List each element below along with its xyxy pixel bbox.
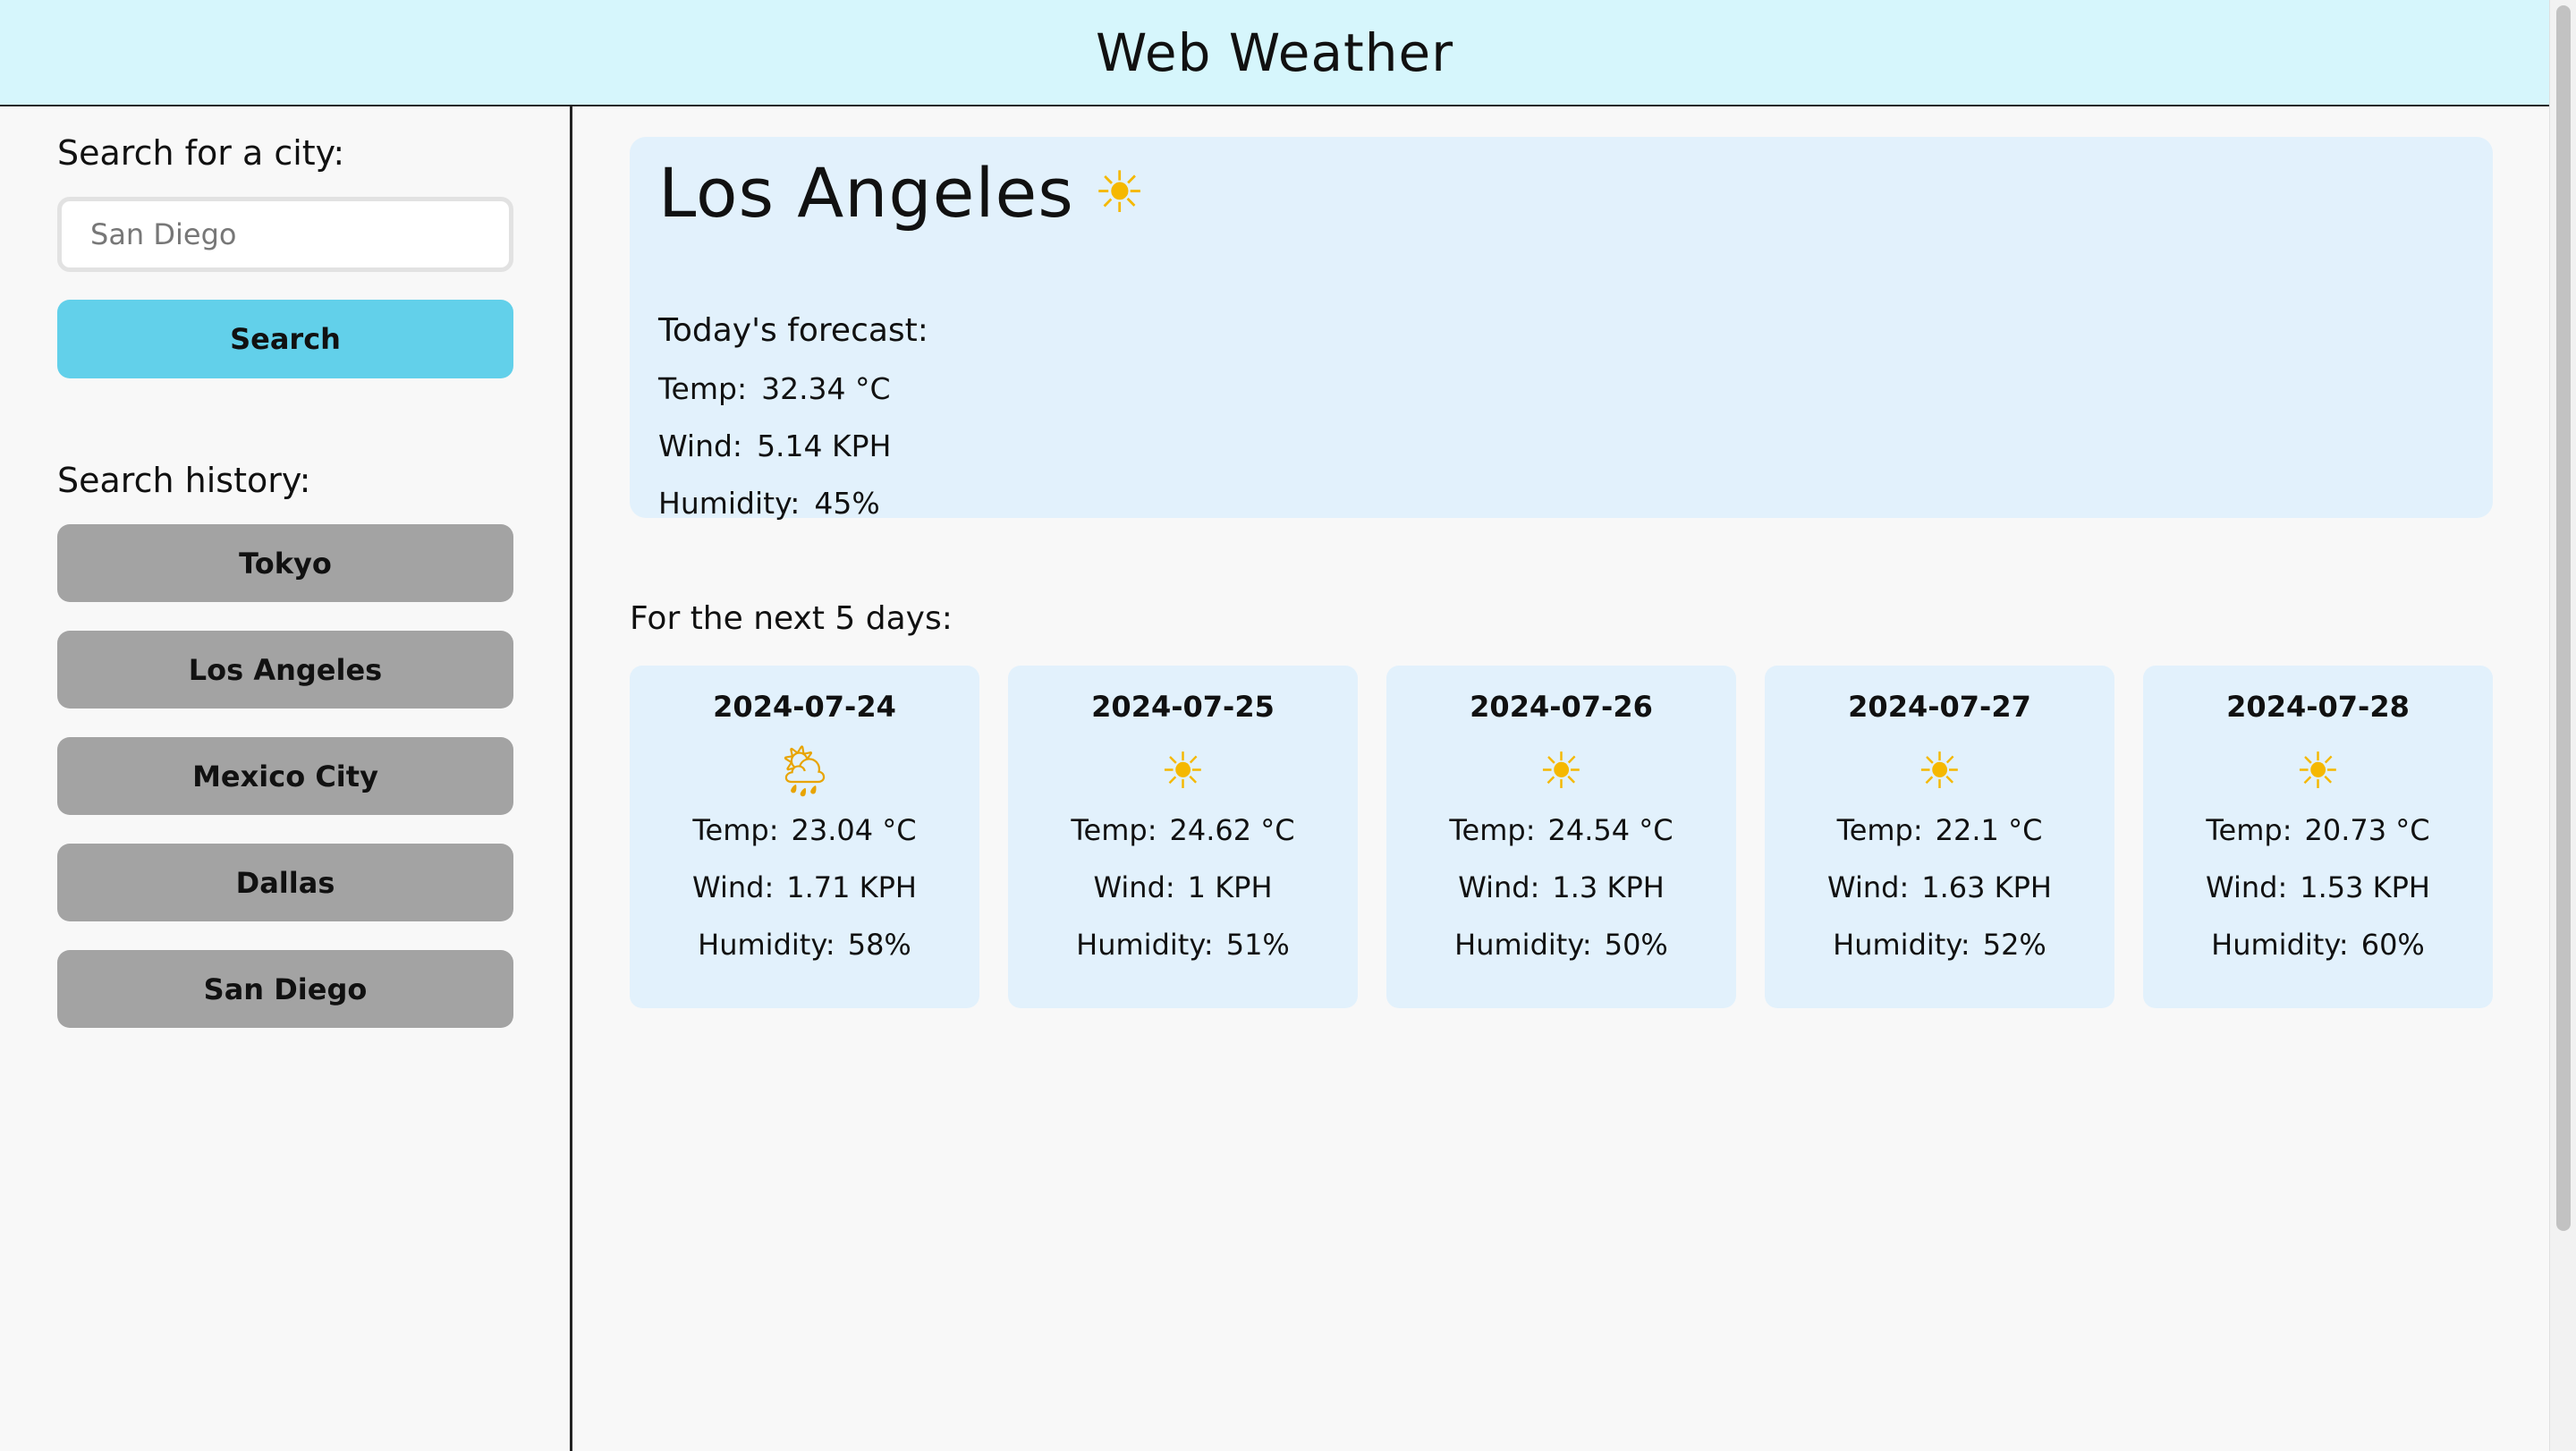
current-weather-card: Los Angeles ☀ Today's forecast: Temp: 32…: [630, 137, 2493, 521]
city-name: Los Angeles: [658, 153, 1074, 233]
current-temp: Temp: 32.34 °C: [658, 371, 891, 406]
wind-value: 1.53 KPH: [2300, 870, 2430, 904]
main-content: Los Angeles ☀ Today's forecast: Temp: 32…: [575, 106, 2549, 1451]
wind-label: Wind:: [1458, 870, 1540, 904]
humidity-label: Humidity:: [1076, 928, 1214, 962]
wind-value: 5.14 KPH: [757, 429, 892, 463]
cloud-rain-sun-icon: 🌦: [772, 742, 837, 801]
sun-icon: ☀: [1538, 742, 1584, 801]
history-item-mexico-city[interactable]: Mexico City: [57, 737, 513, 815]
app-header: Web Weather: [0, 0, 2549, 106]
humidity-label: Humidity:: [1454, 928, 1592, 962]
history-list: Tokyo Los Angeles Mexico City Dallas San…: [57, 524, 513, 1028]
temp-label: Temp:: [2206, 813, 2292, 847]
forecast-wind: Wind: 1.71 KPH: [692, 870, 917, 904]
humidity-value: 58%: [847, 928, 911, 962]
humidity-label: Humidity:: [698, 928, 835, 962]
wind-label: Wind:: [692, 870, 775, 904]
forecast-wind: Wind: 1.3 KPH: [1458, 870, 1665, 904]
history-item-san-diego[interactable]: San Diego: [57, 950, 513, 1028]
wind-label: Wind:: [1827, 870, 1910, 904]
temp-label: Temp:: [658, 371, 748, 406]
temp-value: 22.1 °C: [1935, 813, 2043, 847]
wind-value: 1.3 KPH: [1552, 870, 1665, 904]
forecast-temp: Temp: 24.54 °C: [1449, 813, 1673, 847]
search-input[interactable]: [57, 197, 513, 272]
temp-label: Temp:: [1449, 813, 1536, 847]
sidebar: Search for a city: Search Search history…: [0, 106, 572, 1451]
temp-label: Temp:: [1071, 813, 1157, 847]
forecast-humidity: Humidity: 60%: [2211, 928, 2425, 962]
five-day-label: For the next 5 days:: [630, 600, 953, 637]
sun-icon: ☀: [2295, 742, 2341, 801]
temp-label: Temp:: [692, 813, 779, 847]
forecast-temp: Temp: 22.1 °C: [1837, 813, 2043, 847]
forecast-date: 2024-07-26: [1470, 690, 1653, 724]
today-forecast-label: Today's forecast:: [658, 312, 928, 349]
temp-value: 20.73 °C: [2304, 813, 2430, 847]
forecast-temp: Temp: 24.62 °C: [1071, 813, 1294, 847]
wind-value: 1 KPH: [1187, 870, 1273, 904]
wind-label: Wind:: [2206, 870, 2288, 904]
humidity-label: Humidity:: [1833, 928, 1970, 962]
forecast-wind: Wind: 1 KPH: [1093, 870, 1272, 904]
history-item-los-angeles[interactable]: Los Angeles: [57, 631, 513, 709]
search-button[interactable]: Search: [57, 300, 513, 378]
forecast-humidity: Humidity: 50%: [1454, 928, 1668, 962]
humidity-value: 51%: [1225, 928, 1290, 962]
forecast-card: 2024-07-25 ☀ Temp: 24.62 °C Wind: 1 KPH Hu…: [1008, 666, 1358, 1008]
vertical-scrollbar[interactable]: [2549, 0, 2576, 1451]
humidity-value: 50%: [1604, 928, 1668, 962]
history-label: Search history:: [57, 461, 311, 500]
forecast-wind: Wind: 1.53 KPH: [2206, 870, 2430, 904]
forecast-humidity: Humidity: 58%: [698, 928, 911, 962]
city-heading: Los Angeles ☀: [658, 153, 1145, 233]
sun-icon: ☀: [1093, 159, 1146, 226]
forecast-date: 2024-07-24: [713, 690, 896, 724]
forecast-temp: Temp: 20.73 °C: [2206, 813, 2429, 847]
forecast-humidity: Humidity: 51%: [1076, 928, 1290, 962]
app-title: Web Weather: [1095, 21, 1454, 83]
temp-label: Temp:: [1836, 813, 1923, 847]
current-humidity: Humidity: 45%: [658, 486, 880, 521]
humidity-value: 52%: [1982, 928, 2046, 962]
forecast-card: 2024-07-27 ☀ Temp: 22.1 °C Wind: 1.63 KPH …: [1765, 666, 2114, 1008]
humidity-label: Humidity:: [658, 486, 801, 521]
temp-value: 24.54 °C: [1547, 813, 1674, 847]
search-label: Search for a city:: [57, 133, 345, 173]
wind-label: Wind:: [1093, 870, 1175, 904]
history-item-tokyo[interactable]: Tokyo: [57, 524, 513, 602]
forecast-date: 2024-07-28: [2226, 690, 2410, 724]
wind-value: 1.63 KPH: [1921, 870, 2052, 904]
forecast-temp: Temp: 23.04 °C: [692, 813, 916, 847]
forecast-date: 2024-07-27: [1848, 690, 2031, 724]
forecast-humidity: Humidity: 52%: [1833, 928, 2046, 962]
current-wind: Wind: 5.14 KPH: [658, 429, 891, 463]
forecast-card: 2024-07-26 ☀ Temp: 24.54 °C Wind: 1.3 KPH …: [1386, 666, 1736, 1008]
temp-value: 23.04 °C: [791, 813, 917, 847]
forecast-card: 2024-07-28 ☀ Temp: 20.73 °C Wind: 1.53 KPH…: [2143, 666, 2493, 1008]
wind-label: Wind:: [658, 429, 743, 463]
forecast-card: 2024-07-24 🌦 Temp: 23.04 °C Wind: 1.71 KPH…: [630, 666, 979, 1008]
forecast-row: 2024-07-24 🌦 Temp: 23.04 °C Wind: 1.71 KPH…: [630, 666, 2493, 1008]
temp-value: 32.34 °C: [761, 371, 891, 406]
wind-value: 1.71 KPH: [786, 870, 917, 904]
sun-icon: ☀: [1160, 742, 1206, 801]
forecast-wind: Wind: 1.63 KPH: [1827, 870, 2052, 904]
temp-value: 24.62 °C: [1169, 813, 1295, 847]
history-item-dallas[interactable]: Dallas: [57, 844, 513, 921]
humidity-value: 45%: [814, 486, 880, 521]
sun-icon: ☀: [1917, 742, 1962, 801]
forecast-date: 2024-07-25: [1091, 690, 1275, 724]
humidity-value: 60%: [2360, 928, 2425, 962]
humidity-label: Humidity:: [2211, 928, 2349, 962]
scrollbar-thumb[interactable]: [2556, 5, 2571, 1231]
